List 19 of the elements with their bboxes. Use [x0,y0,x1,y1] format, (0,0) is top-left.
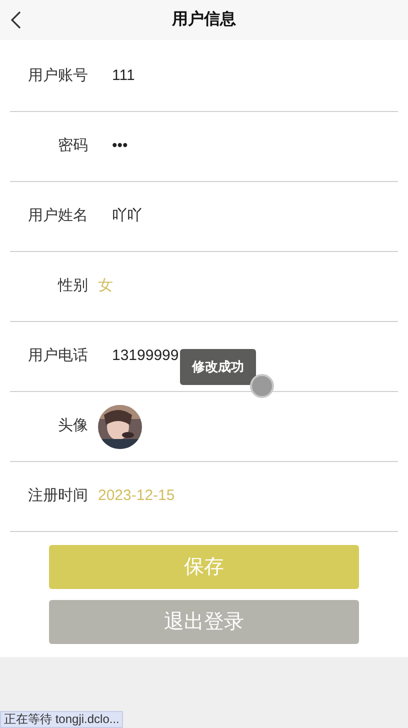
field-value: 女 [98,276,113,296]
toast: 修改成功 [180,349,256,385]
logout-button[interactable]: 退出登录 [49,600,359,644]
status-bar: 正在等待 tongji.dclo... [0,711,124,728]
field-value: ••• [112,136,128,156]
field-value: 111 [112,66,135,86]
field-label: 性别 [56,276,88,296]
field-label: 用户电话 [27,346,88,366]
save-button[interactable]: 保存 [49,545,359,589]
field-label: 用户账号 [27,66,88,86]
back-icon[interactable] [10,11,22,29]
field-label: 用户姓名 [27,206,88,226]
field-label: 注册时间 [27,486,88,506]
page-title: 用户信息 [172,9,236,30]
field-label: 密码 [57,136,88,156]
field-label: 头像 [57,416,88,436]
field-value: 2023-12-15 [98,486,175,506]
field-value: 13199999 [112,346,179,366]
field-value: 吖吖 [112,206,142,226]
